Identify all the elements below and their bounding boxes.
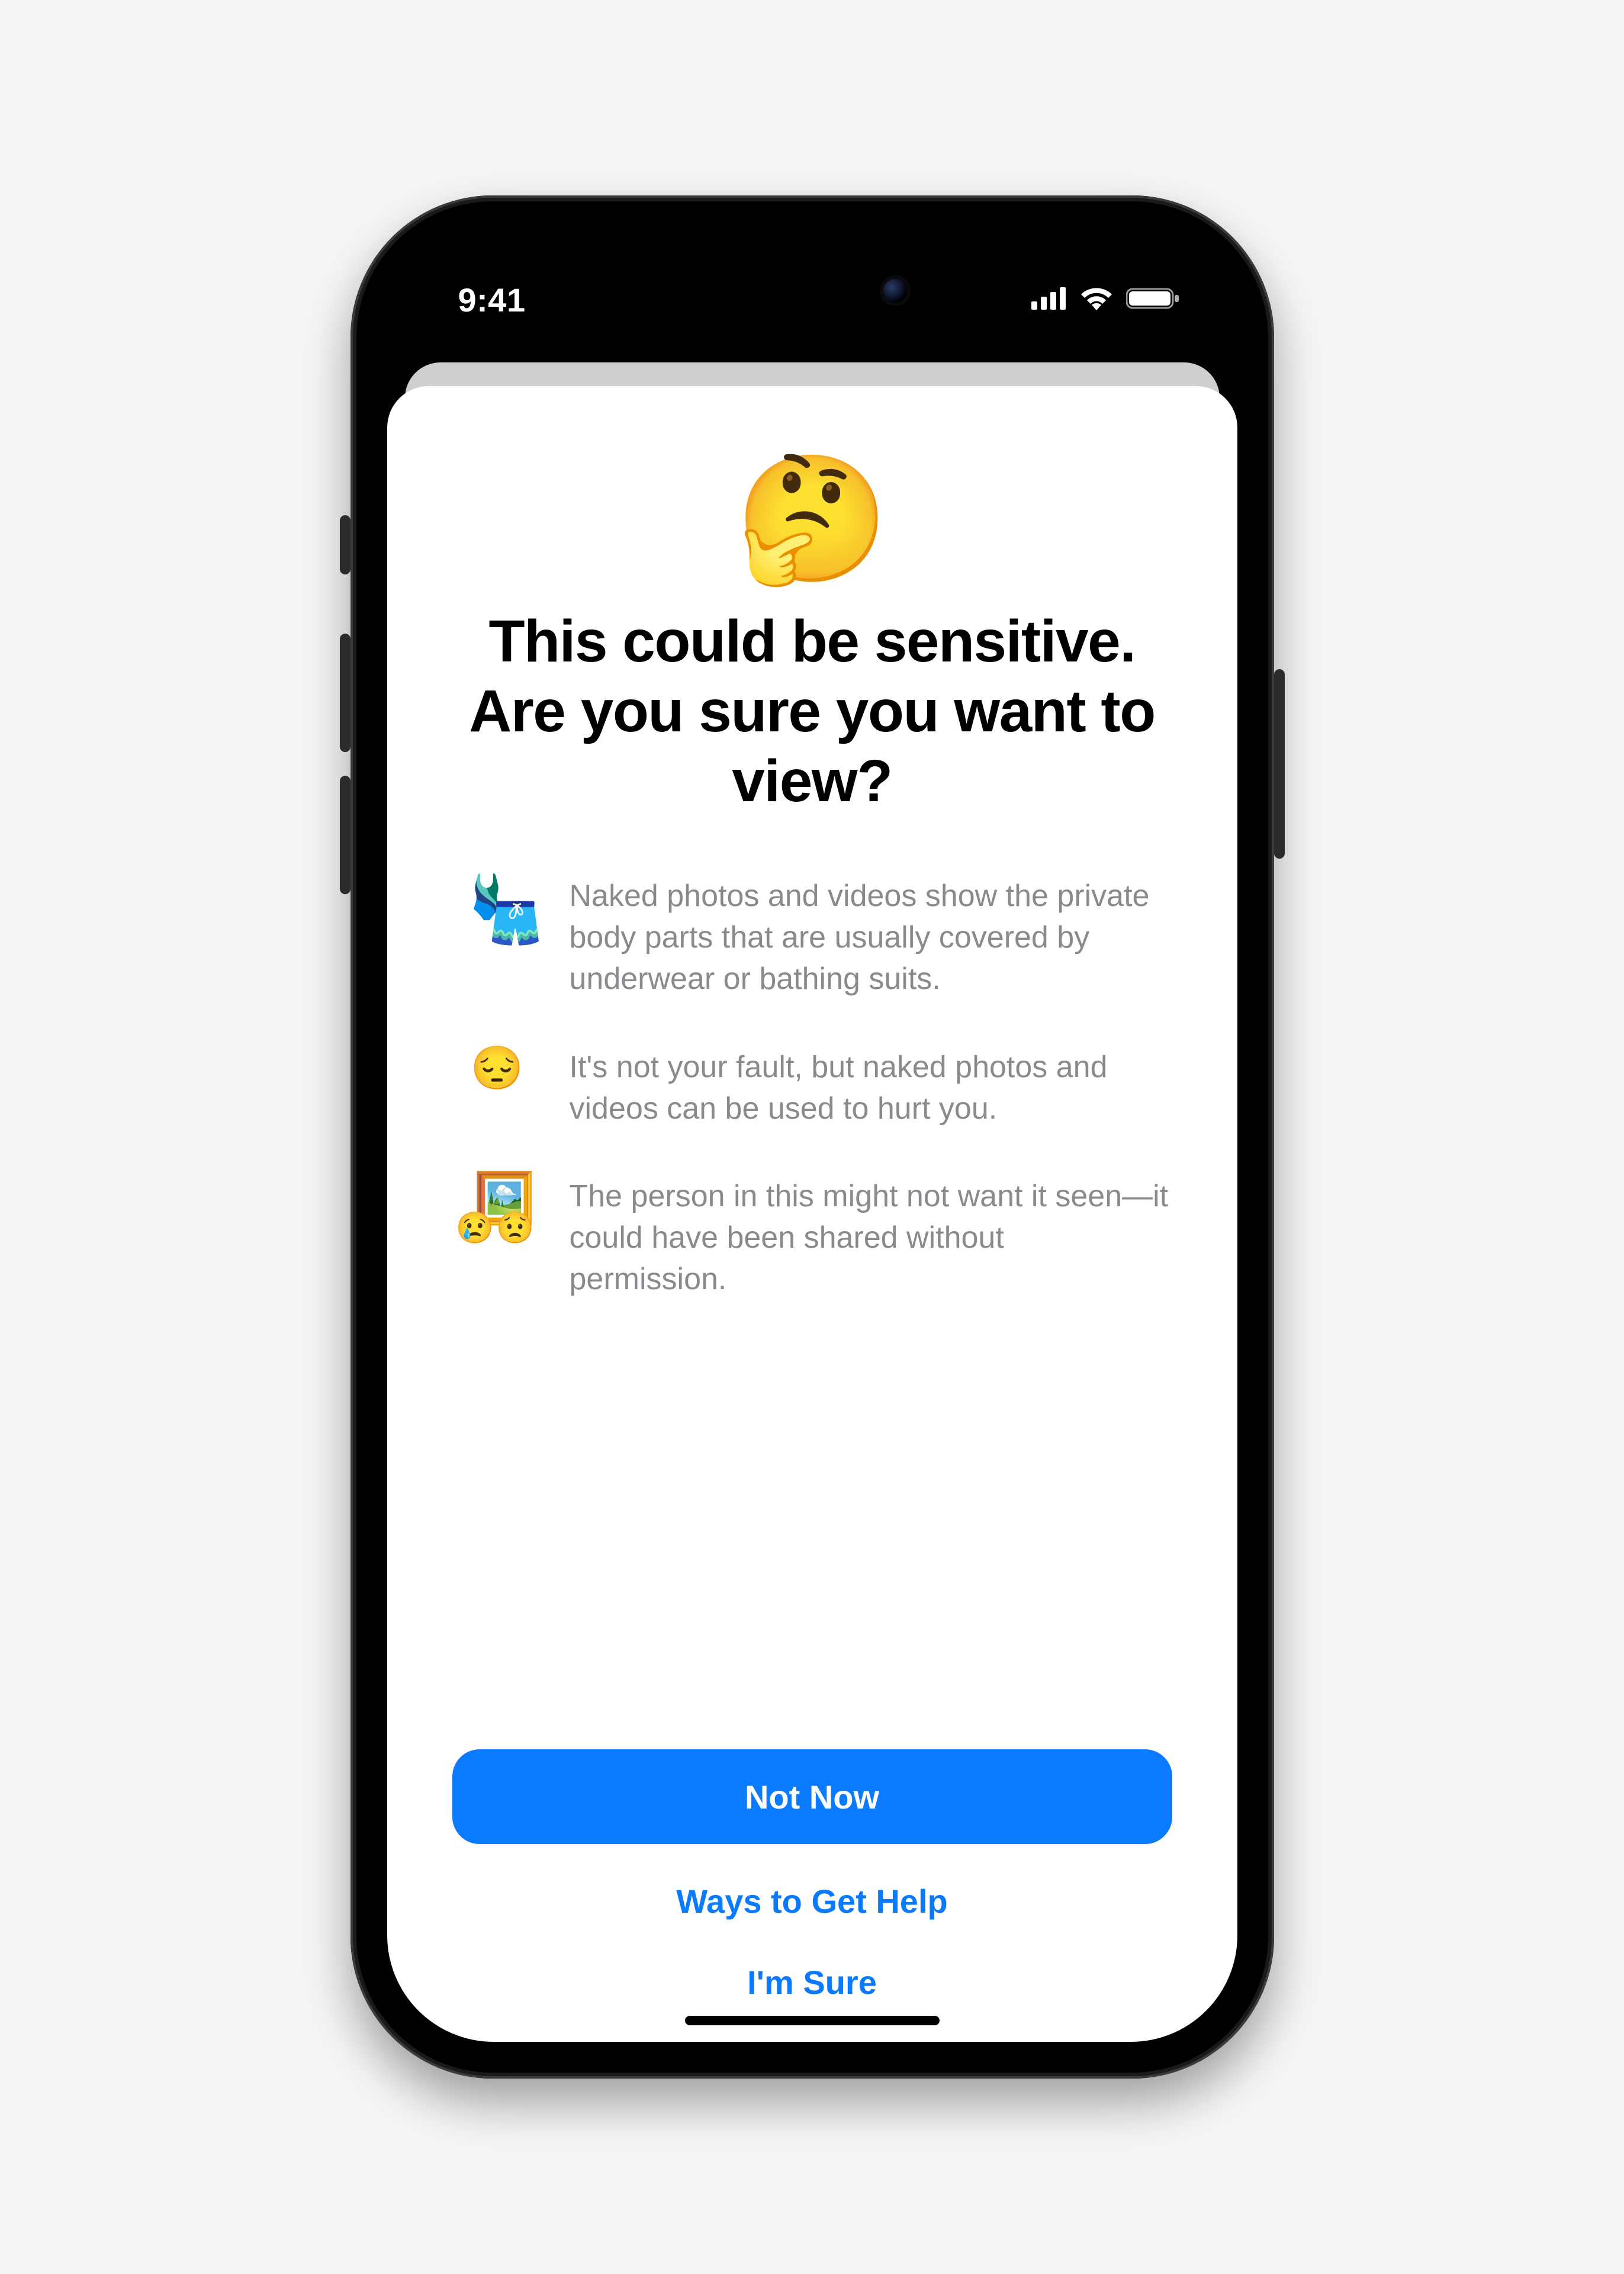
swimsuit-icon: 🩱 🩳 xyxy=(456,875,539,955)
screen: 9:41 xyxy=(387,232,1237,2042)
silent-switch xyxy=(340,515,350,574)
battery-icon xyxy=(1126,287,1179,313)
home-indicator[interactable] xyxy=(685,2016,940,2025)
bullet-item: 🩱 🩳 Naked photos and videos show the pri… xyxy=(456,875,1169,1000)
side-button xyxy=(1274,669,1285,859)
im-sure-button[interactable]: I'm Sure xyxy=(452,1958,1172,2006)
iphone-frame: 9:41 xyxy=(350,195,1274,2079)
sensitive-content-sheet: 🤔 This could be sensitive. Are you sure … xyxy=(387,386,1237,2042)
ways-to-get-help-button[interactable]: Ways to Get Help xyxy=(452,1877,1172,1925)
wifi-icon xyxy=(1080,287,1113,313)
volume-down-button xyxy=(340,776,350,894)
framed-picture-icon: 🖼️ 😢 😟 xyxy=(456,1175,539,1255)
bullet-item: 🖼️ 😢 😟 The person in this might not want… xyxy=(456,1175,1169,1300)
volume-up-button xyxy=(340,634,350,752)
bullet-item: 😔 It's not your fault, but naked photos … xyxy=(456,1046,1169,1129)
not-now-button[interactable]: Not Now xyxy=(452,1749,1172,1844)
bullet-text: Naked photos and videos show the private… xyxy=(570,875,1169,1000)
dynamic-island xyxy=(700,258,925,323)
cellular-signal-icon xyxy=(1031,287,1067,313)
bullet-text: It's not your fault, but naked photos an… xyxy=(570,1046,1169,1129)
front-camera-icon xyxy=(883,279,907,303)
pensive-face-icon: 😔 xyxy=(456,1046,539,1091)
sheet-title: This could be sensitive. Are you sure yo… xyxy=(452,606,1172,816)
status-time: 9:41 xyxy=(458,281,526,319)
bullet-text: The person in this might not want it see… xyxy=(570,1175,1169,1300)
thinking-face-icon: 🤔 xyxy=(452,457,1172,582)
